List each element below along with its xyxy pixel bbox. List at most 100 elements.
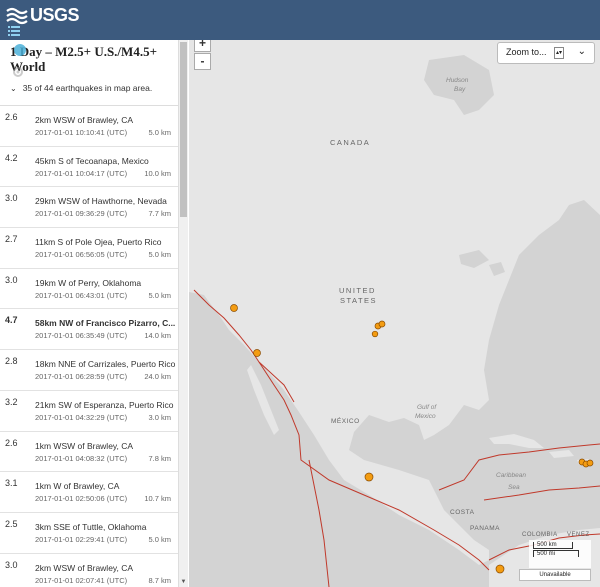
place: 29km WSW of Hawthorne, Nevada (35, 196, 167, 207)
map-label-venez: VENEZ (567, 532, 590, 538)
depth: 5.0 km (148, 534, 171, 544)
map-label-mexico-sea: Mexico (415, 413, 436, 420)
time: 2017-01-01 10:04:17 (UTC) (35, 168, 128, 178)
depth: 5.0 km (148, 290, 171, 300)
earthquake-marker[interactable] (364, 472, 374, 482)
magnitude: 3.0 (5, 559, 18, 570)
depth: 5.0 km (148, 128, 171, 137)
place: 19km W of Perry, Oklahoma (35, 277, 142, 288)
depth: 3.0 km (148, 412, 171, 422)
usgs-logo[interactable]: USGS (6, 5, 80, 26)
list-item[interactable]: 3.0 29km WSW of Hawthorne, Nevada 2017-0… (0, 187, 178, 229)
list-item[interactable]: 2.8 18km NNE of Carrizales, Puerto Rico … (0, 350, 178, 391)
magnitude: 3.0 (5, 274, 18, 285)
place: 1km W of Brawley, CA (35, 481, 120, 492)
list-item[interactable]: 3.0 2km WSW of Brawley, CA 2017-01-01 02… (0, 554, 178, 587)
map-label-costa: COSTA (450, 509, 475, 516)
map-canvas[interactable] (189, 40, 600, 587)
attribution-unavailable: Unavailable (519, 569, 591, 581)
count-text: 35 of 44 earthquakes in map area. (22, 83, 153, 93)
magnitude: 2.8 (5, 356, 18, 367)
list-item[interactable]: 4.7 58km NW of Francisco Pizarro, C... 2… (0, 309, 178, 351)
list-item[interactable]: 2.6 1km WSW of Brawley, CA 2017-01-01 04… (0, 432, 178, 473)
zoom-to-select[interactable]: Zoom to... ▴▾ ⌄ (497, 42, 595, 64)
earthquake-marker[interactable] (230, 304, 238, 312)
earthquake-marker[interactable] (253, 349, 261, 357)
zoom-out-button[interactable]: - (194, 53, 211, 70)
place: 2km WSW of Brawley, CA (35, 562, 134, 573)
magnitude: 3.0 (5, 193, 18, 204)
time: 2017-01-01 02:29:41 (UTC) (35, 534, 128, 544)
time: 2017-01-01 06:43:01 (UTC) (35, 290, 128, 300)
list-scrollbar[interactable]: ▼ (178, 40, 188, 587)
scroll-down-icon[interactable]: ▼ (180, 578, 187, 586)
depth: 8.7 km (148, 575, 171, 585)
select-caret-icon: ▴▾ (554, 47, 564, 59)
list-item[interactable]: 3.2 21km SW of Esperanza, Puerto Rico 20… (0, 391, 178, 432)
map-label-canada: CANADA (330, 138, 371, 147)
magnitude: 3.1 (5, 478, 18, 489)
gear-icon[interactable] (12, 66, 24, 78)
zoom-to-label: Zoom to... (506, 47, 547, 57)
time: 2017-01-01 02:07:41 (UTC) (35, 575, 128, 585)
magnitude: 2.5 (5, 518, 18, 529)
list-toggle-button[interactable] (14, 44, 26, 56)
magnitude: 2.7 (5, 234, 18, 245)
map-label-colombia: COLOMBIA (522, 532, 558, 538)
map-label-united: UNITED (339, 286, 376, 295)
earthquake-count: ⌄ 35 of 44 earthquakes in map area. (10, 83, 152, 93)
magnitude: 4.2 (5, 152, 18, 163)
map-label-gulf: Gulf of (417, 404, 437, 411)
list-item[interactable]: 2.6 2km WSW of Brawley, CA 2017-01-01 10… (0, 106, 178, 147)
map-scale: 500 km 500 mi (529, 540, 591, 568)
magnitude: 2.6 (5, 437, 18, 448)
place: 3km SSE of Tuttle, Oklahoma (35, 521, 147, 532)
time: 2017-01-01 06:56:05 (UTC) (35, 250, 128, 260)
depth: 5.0 km (148, 250, 171, 260)
place: 1km WSW of Brawley, CA (35, 440, 134, 451)
depth: 7.8 km (148, 453, 171, 463)
place: 45km S of Tecoanapa, Mexico (35, 155, 149, 166)
logo-text: USGS (30, 5, 80, 25)
list-item[interactable]: 3.0 19km W of Perry, Oklahoma 2017-01-01… (0, 269, 178, 310)
map-label-bay: Bay (454, 86, 466, 93)
map-label-caribbean: Caribbean (496, 472, 526, 479)
magnitude: 3.2 (5, 396, 18, 407)
earthquake-marker[interactable] (495, 564, 505, 574)
depth: 10.7 km (144, 494, 171, 504)
map-label-mexico: MÉXICO (331, 418, 360, 425)
scrollbar-thumb[interactable] (180, 42, 187, 217)
map-label-states: STATES (340, 296, 378, 305)
place: 18km NNE of Carrizales, Puerto Rico (35, 359, 176, 370)
usgs-wave-icon (6, 7, 28, 24)
earthquake-list: 2.6 2km WSW of Brawley, CA 2017-01-01 10… (0, 106, 178, 587)
earthquake-marker[interactable] (378, 320, 386, 328)
depth: 14.0 km (144, 331, 171, 341)
magnitude: 4.7 (5, 315, 18, 326)
earthquake-marker[interactable] (586, 459, 594, 467)
list-menu-icon[interactable] (8, 26, 20, 36)
depth: 24.0 km (144, 372, 171, 382)
map-view[interactable]: + - Zoom to... ▴▾ ⌄ CANADA UNITED STATES… (189, 40, 600, 587)
time: 2017-01-01 06:28:59 (UTC) (35, 372, 128, 382)
list-item[interactable]: 2.5 3km SSE of Tuttle, Oklahoma 2017-01-… (0, 513, 178, 554)
list-item[interactable]: 4.2 45km S of Tecoanapa, Mexico 2017-01-… (0, 147, 178, 188)
time: 2017-01-01 06:35:49 (UTC) (35, 331, 128, 341)
map-label-hudson: Hudson (446, 77, 469, 84)
chevron-down-icon: ⌄ (577, 46, 586, 57)
list-item[interactable]: 3.1 1km W of Brawley, CA 2017-01-01 02:5… (0, 472, 178, 513)
earthquake-marker[interactable] (371, 330, 379, 338)
list-item[interactable]: 2.7 11km S of Pole Ojea, Puerto Rico 201… (0, 228, 178, 269)
time: 2017-01-01 09:36:29 (UTC) (35, 209, 128, 219)
map-label-sea: Sea (508, 484, 520, 491)
chevron-down-icon[interactable]: ⌄ (10, 84, 17, 93)
time: 2017-01-01 04:32:29 (UTC) (35, 412, 128, 422)
feed-title: 1 Day – M2.5+ U.S./M4.5+ World (10, 44, 157, 74)
zoom-in-button[interactable]: + (194, 40, 211, 52)
magnitude: 2.6 (5, 112, 18, 122)
scale-mi: 500 mi (533, 550, 579, 557)
scale-km: 500 km (533, 542, 573, 549)
place: 11km S of Pole Ojea, Puerto Rico (35, 237, 162, 248)
depth: 10.0 km (144, 168, 171, 178)
earthquake-list-panel: 1 Day – M2.5+ U.S./M4.5+ World ⌄ 35 of 4… (0, 40, 188, 587)
